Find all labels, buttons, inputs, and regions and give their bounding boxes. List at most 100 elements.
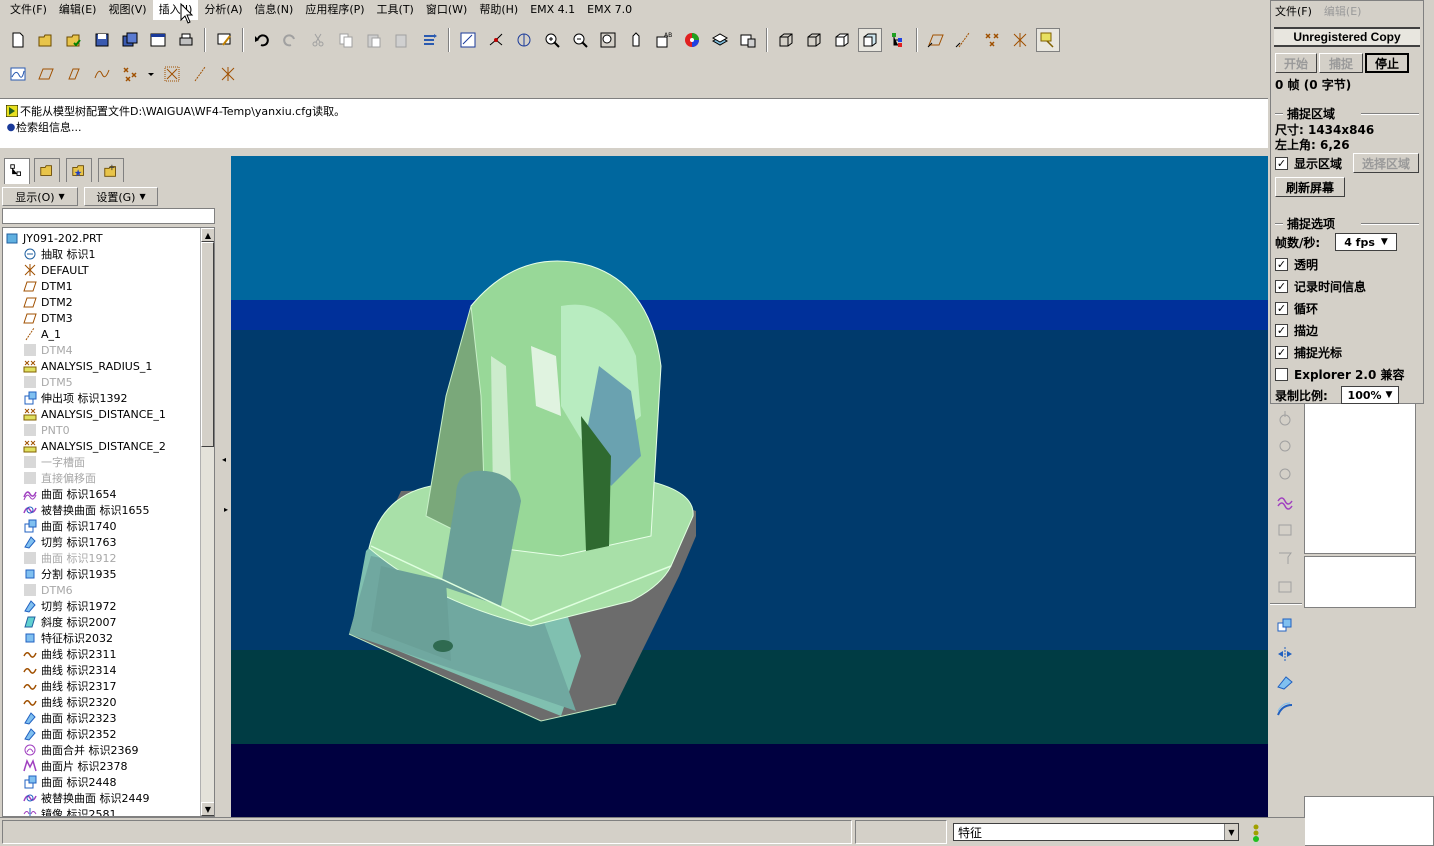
checkbox-checked-icon[interactable]: ✓	[1275, 346, 1288, 359]
tree-item[interactable]: 被替换曲面 标识2449	[23, 790, 150, 806]
wireframe-button[interactable]	[774, 28, 798, 52]
tree-item[interactable]: 曲面 标识1740	[23, 518, 117, 534]
tree-item[interactable]: 曲面 标识2352	[23, 726, 117, 742]
orient-mode-button[interactable]	[512, 28, 536, 52]
undo-button[interactable]	[250, 28, 274, 52]
explorer-compat-checkbox[interactable]: Explorer 2.0 兼容	[1275, 366, 1404, 383]
tree-item[interactable]: DTM3	[23, 310, 73, 326]
tree-item[interactable]: 曲面 标识1912	[23, 550, 117, 566]
tree-item[interactable]: 被替换曲面 标识1655	[23, 502, 150, 518]
collapse-left-icon[interactable]: ◂	[222, 455, 226, 464]
shading-button[interactable]	[858, 28, 882, 52]
graphics-viewport[interactable]	[231, 156, 1268, 817]
draft-tool-button[interactable]	[1274, 519, 1296, 541]
capture-cursor-checkbox[interactable]: ✓ 捕捉光标	[1275, 344, 1342, 361]
menu-emx70[interactable]: EMX 7.0	[581, 0, 638, 20]
view-manager-button[interactable]	[736, 28, 760, 52]
open-file-button[interactable]	[34, 28, 58, 52]
rib-tool-button[interactable]	[1274, 461, 1296, 483]
offset-point-button[interactable]	[160, 62, 184, 86]
menu-help[interactable]: 帮助(H)	[473, 0, 524, 20]
spin-center-button[interactable]	[484, 28, 508, 52]
tree-item[interactable]: 曲面 标识2448	[23, 774, 117, 790]
tree-item[interactable]: 分割 标识1935	[23, 566, 117, 582]
checkbox-empty-icon[interactable]	[1275, 368, 1288, 381]
edges-checkbox[interactable]: ✓ 描边	[1275, 322, 1318, 339]
extend-tool-button[interactable]	[1274, 671, 1296, 693]
tree-item[interactable]: 抽取 标识1	[23, 246, 96, 262]
datum-points-toggle-button[interactable]	[980, 28, 1004, 52]
menu-tools[interactable]: 工具(T)	[371, 0, 420, 20]
csys-toggle-button[interactable]	[1008, 28, 1032, 52]
copy-feature-button[interactable]	[1274, 615, 1296, 637]
reorient-button[interactable]	[624, 28, 648, 52]
tab-connections[interactable]	[98, 158, 124, 182]
paste-button[interactable]	[362, 28, 386, 52]
annotations-toggle-button[interactable]	[1036, 28, 1060, 52]
copy-button[interactable]	[334, 28, 358, 52]
menu-file[interactable]: 文件(F)	[4, 0, 53, 20]
regenerate-button[interactable]	[418, 28, 442, 52]
tab-model-tree[interactable]	[4, 158, 30, 184]
select-region-button[interactable]: 选择区域	[1353, 153, 1419, 173]
tree-item[interactable]: 曲线 标识2314	[23, 662, 117, 678]
menu-view[interactable]: 视图(V)	[102, 0, 152, 20]
timestamps-checkbox[interactable]: ✓ 记录时间信息	[1275, 278, 1366, 295]
open-session-button[interactable]	[62, 28, 86, 52]
offset-tool-button[interactable]	[1274, 699, 1296, 721]
menu-applications[interactable]: 应用程序(P)	[299, 0, 370, 20]
layers-button[interactable]	[708, 28, 732, 52]
transparent-checkbox[interactable]: ✓ 透明	[1275, 256, 1318, 273]
tree-item[interactable]: 镜像 标识2581	[23, 806, 117, 816]
tree-item[interactable]: 切剪 标识1972	[23, 598, 117, 614]
no-hidden-button[interactable]	[830, 28, 854, 52]
tree-item[interactable]: DTM4	[23, 342, 73, 358]
start-button[interactable]: 开始	[1275, 53, 1317, 73]
curve-tool-button[interactable]	[90, 62, 114, 86]
point-dropdown-button[interactable]	[146, 62, 156, 86]
plane-tool-button[interactable]	[34, 62, 58, 86]
tree-item[interactable]: PNT0	[23, 422, 70, 438]
cut-button[interactable]	[306, 28, 330, 52]
menu-info[interactable]: 信息(N)	[249, 0, 300, 20]
dropdown-arrow-icon[interactable]: ▼	[1224, 824, 1238, 840]
appearance-button[interactable]	[680, 28, 704, 52]
checkbox-checked-icon[interactable]: ✓	[1275, 157, 1288, 170]
scale-select[interactable]: 100% ▼	[1341, 386, 1399, 404]
checkbox-checked-icon[interactable]: ✓	[1275, 280, 1288, 293]
chamfer-tool-button[interactable]	[1274, 575, 1296, 597]
hole-tool-button[interactable]	[1274, 407, 1296, 429]
tree-item[interactable]: DTM6	[23, 582, 73, 598]
stop-button[interactable]: 停止	[1365, 53, 1409, 73]
show-region-checkbox[interactable]: ✓ 显示区域	[1275, 155, 1342, 172]
show-menu-button[interactable]: 显示(O) ▼	[2, 187, 78, 206]
fps-select[interactable]: 4 fps ▼	[1335, 233, 1397, 251]
tree-item[interactable]: DTM1	[23, 278, 73, 294]
round-tool-button[interactable]	[1274, 547, 1296, 569]
window-button[interactable]	[146, 28, 170, 52]
tree-item[interactable]: 曲线 标识2311	[23, 646, 117, 662]
tree-item[interactable]: ANALYSIS_RADIUS_1	[23, 358, 152, 374]
tree-root-item[interactable]: JY091-202.PRT	[5, 230, 103, 246]
shell-tool-button[interactable]	[1274, 433, 1296, 455]
capture-menu-edit[interactable]: 编辑(E)	[1324, 3, 1362, 19]
paste-special-button[interactable]	[390, 28, 414, 52]
save-button[interactable]	[90, 28, 114, 52]
tree-item[interactable]: 曲面 标识2323	[23, 710, 117, 726]
tree-item[interactable]: 特征标识2032	[23, 630, 113, 646]
checkbox-checked-icon[interactable]: ✓	[1275, 302, 1288, 315]
sketch-axis-button[interactable]	[188, 62, 212, 86]
boundary-blend-button[interactable]	[1274, 491, 1296, 513]
save-copy-button[interactable]	[118, 28, 142, 52]
tree-scrollbar[interactable]: ▲ ▼	[200, 228, 214, 816]
capture-button[interactable]: 捕捉	[1319, 53, 1363, 73]
tree-item[interactable]: 曲面 标识1654	[23, 486, 117, 502]
tree-item[interactable]: 斜度 标识2007	[23, 614, 117, 630]
mirror-tool-button[interactable]	[1274, 643, 1296, 665]
datum-axes-toggle-button[interactable]	[952, 28, 976, 52]
zoom-in-button[interactable]	[540, 28, 564, 52]
refit-button[interactable]	[596, 28, 620, 52]
datum-planes-toggle-button[interactable]	[924, 28, 948, 52]
panel-splitter[interactable]: ◂ ▸	[222, 155, 231, 817]
loop-checkbox[interactable]: ✓ 循环	[1275, 300, 1318, 317]
